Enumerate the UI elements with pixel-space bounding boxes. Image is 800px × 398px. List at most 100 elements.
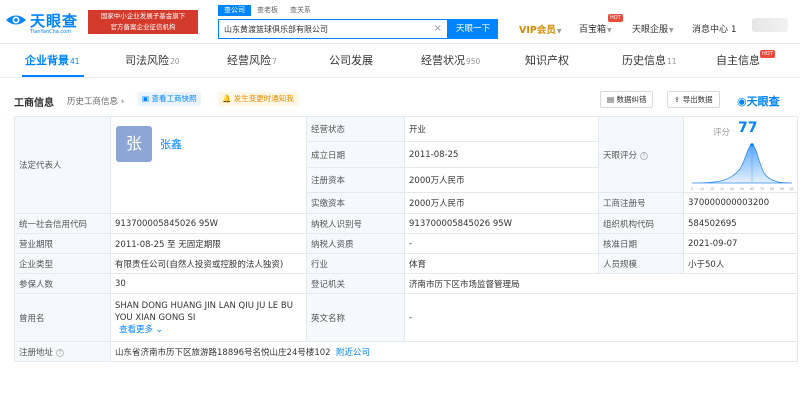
- search-button[interactable]: 天眼一下: [448, 19, 498, 39]
- tab-count: 20: [170, 57, 180, 66]
- enterprise-menu[interactable]: 天眼企服▼: [632, 22, 674, 35]
- chevron-right-icon: ›: [120, 97, 125, 107]
- tab-self-info[interactable]: 自主信息: [716, 52, 760, 68]
- term-value: 2011-08-25 至 无固定期限: [110, 233, 307, 254]
- search-tab-boss[interactable]: 查老板: [251, 5, 284, 16]
- staff-value: 小于50人: [683, 253, 798, 274]
- address-label: 注册地址: [19, 347, 54, 358]
- chevron-down-icon: ▼: [556, 28, 562, 35]
- former-value: SHAN DONG HUANG JIN LAN QIU JU LE BU YOU…: [115, 300, 293, 323]
- tab-ip[interactable]: 知识产权: [525, 52, 569, 68]
- search-type-tabs: 查公司 查老板 查关系: [218, 5, 317, 17]
- score-marker-dot: [750, 142, 754, 147]
- address-value: 山东省济南市历下区旅游路18896号名悦山庄24号楼102: [115, 347, 331, 358]
- score-tick-label: 20: [710, 187, 714, 191]
- staff-label: 人员规模: [598, 253, 684, 274]
- logo-subtext: TianYanCha.com: [30, 29, 72, 35]
- score-title: 评分: [713, 127, 731, 138]
- legal-rep-label: 法定代表人: [14, 116, 111, 214]
- eye-icon: ◉: [737, 95, 747, 108]
- business-info-table: 法定代表人 张 张鑫 经营状态 开业 天眼评分? 评分 77 0 10 20 3…: [14, 115, 798, 362]
- score-tick-label: 90: [780, 187, 784, 191]
- legal-rep-avatar[interactable]: 张: [116, 126, 152, 162]
- nearby-companies-link[interactable]: 附近公司: [336, 348, 370, 358]
- score-tick-label: 10: [700, 187, 704, 191]
- snapshot-button[interactable]: ▣ 查看工商快照: [138, 92, 202, 106]
- capital-label: 注册资本: [306, 166, 405, 194]
- tab-label: 司法风险: [125, 54, 169, 67]
- search-input[interactable]: [219, 20, 439, 38]
- approve-value: 2021-09-07: [683, 233, 798, 254]
- tab-operation-risk[interactable]: 经营风险7: [227, 52, 277, 68]
- status-value: 开业: [404, 115, 599, 143]
- brand-mark-label: 天眼查: [746, 95, 780, 108]
- type-value: 有限责任公司(自然人投资或控股的法人独资): [110, 253, 307, 274]
- help-icon[interactable]: ?: [56, 348, 65, 357]
- message-center[interactable]: 消息中心 1: [692, 22, 737, 35]
- export-button[interactable]: ⇪ 导出数据: [667, 91, 720, 108]
- help-icon[interactable]: ?: [640, 151, 649, 160]
- user-avatar[interactable]: [752, 18, 788, 32]
- camera-icon: ▣: [142, 94, 150, 103]
- notify-label: 发生变更时通知我: [233, 94, 294, 103]
- export-label: 导出数据: [682, 95, 713, 104]
- tab-development[interactable]: 公司发展: [329, 52, 373, 68]
- brand-mark: ◉天眼查: [737, 93, 780, 109]
- score-tick-label: 60: [750, 187, 754, 191]
- score-distribution-chart: 0 10 20 30 40 50 60 70 80 90 100: [691, 142, 794, 191]
- legal-rep-name[interactable]: 张鑫: [160, 136, 182, 152]
- insured-label: 参保人数: [14, 273, 111, 294]
- notify-button[interactable]: 🔔 发生变更时通知我: [218, 92, 299, 106]
- tab-count: 950: [466, 57, 481, 66]
- reg-no-value: 370000000003200: [683, 192, 798, 214]
- score-tick-label: 50: [740, 187, 744, 191]
- snapshot-label: 查看工商快照: [151, 94, 197, 103]
- approve-label: 核准日期: [598, 233, 684, 254]
- tab-background[interactable]: 企业背景41: [25, 52, 80, 68]
- chevron-down-icon: ⌄: [155, 324, 163, 335]
- tab-history[interactable]: 历史信息11: [622, 52, 677, 68]
- history-link[interactable]: 历史工商信息 ›: [67, 95, 124, 107]
- insured-value: 30: [110, 273, 307, 294]
- score-tick-label: 30: [720, 187, 724, 191]
- promo-line1: 国家中小企业发展子基金旗下: [100, 12, 186, 20]
- reg-no-label: 工商注册号: [598, 192, 684, 214]
- document-icon: ▤: [607, 95, 615, 104]
- search-tab-relation[interactable]: 查关系: [284, 5, 317, 16]
- former-label: 曾用名: [14, 293, 111, 342]
- vip-menu[interactable]: VIP会员▼: [519, 22, 561, 36]
- former-cell: SHAN DONG HUANG JIN LAN QIU JU LE BU YOU…: [110, 293, 307, 342]
- correction-button[interactable]: ▤ 数据纠错: [600, 91, 654, 108]
- term-label: 营业期限: [14, 233, 111, 254]
- search-tab-company[interactable]: 查公司: [218, 5, 251, 16]
- paid-value: 2000万人民币: [404, 192, 599, 214]
- clear-icon[interactable]: ×: [434, 23, 442, 34]
- legal-rep-cell: 张 张鑫: [110, 116, 307, 214]
- tab-label: 经营风险: [227, 54, 271, 67]
- logo-text: 天眼查: [30, 12, 79, 30]
- tab-operation-status[interactable]: 经营状况950: [421, 52, 480, 68]
- section-header: 工商信息 历史工商信息 › ▣ 查看工商快照 🔔 发生变更时通知我 ▤ 数据纠错…: [0, 86, 800, 112]
- tab-count: 11: [667, 57, 677, 66]
- vip-label: VIP会员: [519, 25, 556, 36]
- tab-count: 41: [70, 57, 80, 66]
- export-icon: ⇪: [674, 95, 681, 104]
- hot-badge: HOT: [760, 50, 775, 58]
- tab-count: 7: [272, 57, 277, 66]
- score-value[interactable]: 77: [738, 120, 757, 136]
- authority-label: 登记机关: [306, 273, 405, 294]
- former-more-link[interactable]: 查看更多 ⌄: [115, 324, 302, 336]
- tab-judicial-risk[interactable]: 司法风险20: [125, 52, 180, 68]
- top-bar: 天眼查 TianYanCha.com 国家中小企业发展子基金旗下 官方备案企业征…: [0, 0, 800, 44]
- site-logo[interactable]: 天眼查 TianYanCha.com: [5, 9, 85, 37]
- tab-label: 自主信息: [716, 54, 760, 67]
- former-more-label: 查看更多: [119, 324, 154, 335]
- credit-label: 统一社会信用代码: [14, 213, 111, 234]
- score-tick-label: 80: [770, 187, 774, 191]
- baibao-menu[interactable]: 百宝箱▼: [579, 22, 612, 35]
- history-label: 历史工商信息: [67, 97, 119, 107]
- score-cell: 评分 77 0 10 20 30 40 50 60 70 80 90 100: [683, 115, 798, 194]
- promo-banner[interactable]: 国家中小企业发展子基金旗下 官方备案企业征信机构: [88, 10, 198, 34]
- taxpayer-value: 913700005845026 95W: [404, 213, 599, 234]
- baibao-label: 百宝箱: [579, 25, 607, 35]
